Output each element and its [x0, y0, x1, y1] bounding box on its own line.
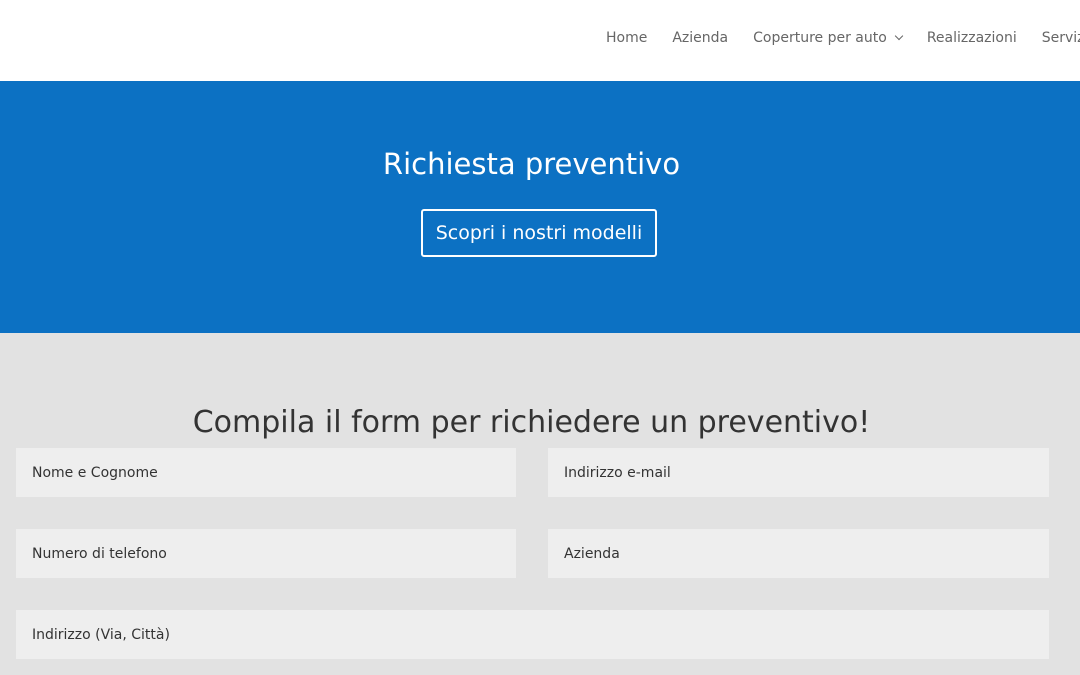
nav-item-coperture-per-auto[interactable]: Coperture per auto [753, 30, 904, 46]
nav-item-servizi[interactable]: Servizi [1042, 30, 1080, 46]
nav-item-label: Realizzazioni [926, 30, 1017, 46]
nav-item-azienda[interactable]: Azienda [672, 30, 728, 46]
chevron-down-icon [894, 31, 904, 41]
address-field[interactable] [16, 610, 1049, 659]
nav-item-label: Servizi [1041, 30, 1080, 46]
hero-banner: Richiesta preventivo Scopri i nostri mod… [0, 81, 1080, 333]
company-field[interactable] [548, 529, 1049, 578]
phone-field[interactable] [16, 529, 516, 578]
quote-form-section: Compila il form per richiedere un preven… [0, 333, 1080, 675]
nav-item-label: Coperture per auto [753, 30, 887, 46]
form-title: Compila il form per richiedere un preven… [192, 405, 871, 440]
nav-item-label: Home [606, 30, 648, 46]
nav-item-home[interactable]: Home [606, 30, 647, 46]
email-field[interactable] [548, 448, 1049, 497]
main-nav: Home Azienda Coperture per auto Realizza… [606, 30, 1080, 46]
nav-item-realizzazioni[interactable]: Realizzazioni [927, 30, 1017, 46]
site-header: Home Azienda Coperture per auto Realizza… [0, 0, 1080, 81]
nav-item-label: Azienda [672, 30, 729, 46]
hero-title: Richiesta preventivo [382, 147, 681, 181]
name-field[interactable] [16, 448, 516, 497]
discover-models-button[interactable]: Scopri i nostri modelli [421, 209, 657, 257]
